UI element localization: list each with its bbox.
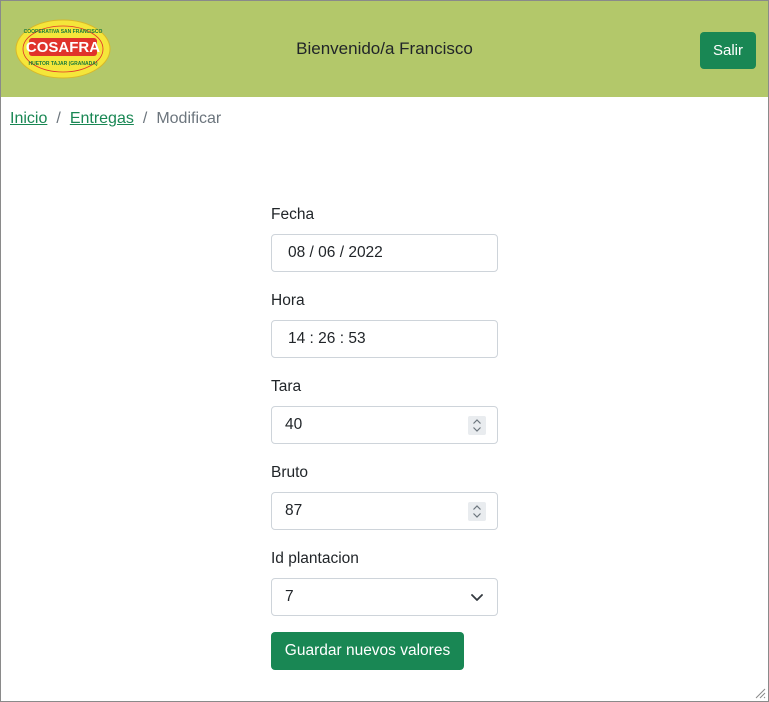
- plantacion-select[interactable]: 7: [271, 578, 498, 616]
- tara-input[interactable]: 40: [271, 406, 498, 444]
- fecha-field: Fecha 08 / 06 / 2022: [271, 206, 498, 292]
- edit-delivery-form: Fecha 08 / 06 / 2022 Hora 14 : 26 : 53 T…: [271, 206, 498, 636]
- hora-input[interactable]: 14 : 26 : 53: [271, 320, 498, 358]
- breadcrumb-link-entregas[interactable]: Entregas: [70, 110, 134, 128]
- fecha-input[interactable]: 08 / 06 / 2022: [271, 234, 498, 272]
- fecha-label: Fecha: [271, 206, 315, 223]
- spin-arrows-icon[interactable]: [468, 416, 486, 435]
- logout-button[interactable]: Salir: [700, 32, 756, 69]
- welcome-message: Bienvenido/a Francisco: [296, 39, 473, 58]
- breadcrumb-current: Modificar: [156, 110, 222, 127]
- plantacion-field: Id plantacion 7: [271, 550, 498, 636]
- chevron-down-icon: [471, 594, 483, 601]
- bruto-field: Bruto 87: [271, 464, 498, 550]
- spin-arrows-icon[interactable]: [468, 502, 486, 521]
- logo-top-text: COOPERATIVA SAN FRANCISCO: [24, 29, 103, 35]
- tara-field: Tara 40: [271, 378, 498, 464]
- bruto-value: 87: [285, 502, 303, 519]
- bruto-input[interactable]: 87: [271, 492, 498, 530]
- breadcrumb-link-inicio[interactable]: Inicio: [10, 110, 47, 128]
- breadcrumb-separator: /: [56, 110, 61, 127]
- tara-value: 40: [285, 416, 303, 433]
- hora-label: Hora: [271, 292, 305, 309]
- save-button[interactable]: Guardar nuevos valores: [271, 632, 464, 670]
- fecha-value: 08 / 06 / 2022: [288, 244, 383, 261]
- bruto-label: Bruto: [271, 464, 309, 481]
- hora-value: 14 : 26 : 53: [288, 330, 366, 347]
- tara-label: Tara: [271, 378, 302, 395]
- breadcrumb-separator: /: [142, 110, 148, 127]
- resize-grip-icon[interactable]: [754, 687, 766, 699]
- breadcrumb: Inicio / Entregas / Modificar: [10, 110, 221, 128]
- plantacion-value: 7: [285, 588, 294, 605]
- hora-field: Hora 14 : 26 : 53: [271, 292, 498, 378]
- top-header: COOPERATIVA SAN FRANCISCO COSAFRA HUETOR…: [1, 1, 768, 97]
- logo-bottom-text: HUETOR TAJAR (GRANADA): [29, 61, 98, 67]
- plantacion-label: Id plantacion: [271, 550, 359, 567]
